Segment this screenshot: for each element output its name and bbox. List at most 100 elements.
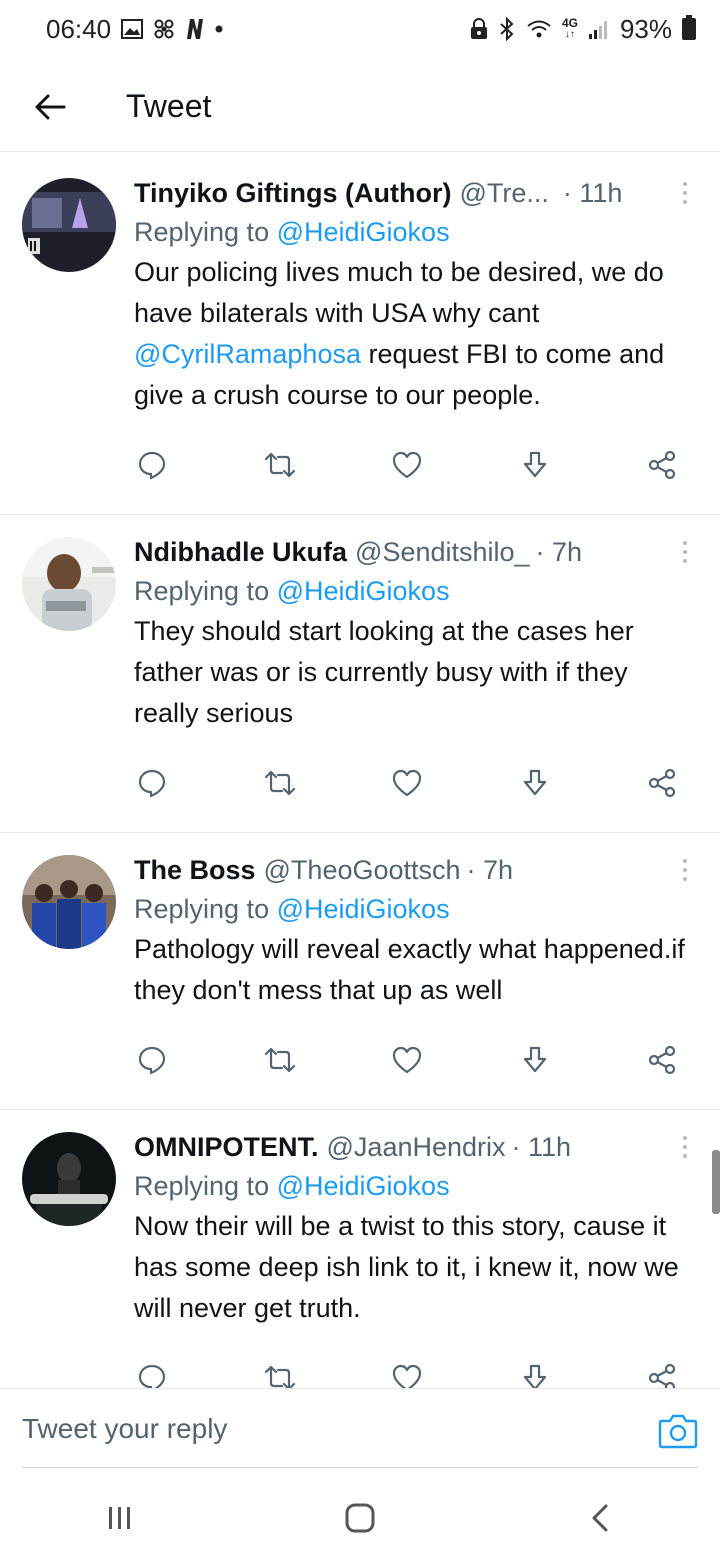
- avatar[interactable]: [22, 178, 116, 272]
- gallery-icon: [121, 19, 144, 39]
- status-bar: 06:40 4G ↓↑ 93%: [0, 0, 720, 58]
- tweet-mention[interactable]: @CyrilRamaphosa: [134, 339, 361, 369]
- retweet-icon: [264, 1047, 295, 1073]
- user-handle[interactable]: @TheoGoottsch: [264, 853, 461, 887]
- download-button[interactable]: [517, 447, 553, 483]
- heart-icon: [392, 451, 422, 479]
- heart-icon: [392, 769, 422, 797]
- recents-button[interactable]: [90, 1488, 150, 1548]
- tweet-actions: [134, 1329, 698, 1388]
- tweet-actions: [134, 416, 698, 514]
- share-icon: [648, 1363, 676, 1388]
- tweet-text: Now their will be a twist to this story,…: [134, 1211, 679, 1323]
- arrow-left-icon: [35, 94, 66, 119]
- display-name[interactable]: OMNIPOTENT.: [134, 1130, 319, 1164]
- top-app-bar: Tweet: [0, 62, 720, 152]
- more-options-button[interactable]: [678, 178, 692, 208]
- tweet-text: Pathology will reveal exactly what happe…: [134, 934, 685, 1005]
- share-icon: [648, 768, 676, 798]
- scrollbar-thumb[interactable]: [712, 1150, 720, 1214]
- home-button[interactable]: [330, 1488, 390, 1548]
- page-title: Tweet: [126, 88, 212, 124]
- netflix-n-icon: [185, 18, 205, 40]
- avatar[interactable]: [22, 855, 116, 949]
- replying-label: Replying to: [134, 1171, 270, 1201]
- back-button[interactable]: [20, 77, 80, 137]
- tweet-item[interactable]: Ndibhadle Ukufa @Senditshilo_ · 7h Reply…: [0, 515, 720, 833]
- system-navigation-bar: [0, 1476, 720, 1560]
- avatar[interactable]: [22, 537, 116, 631]
- share-button[interactable]: [644, 447, 680, 483]
- retweet-button[interactable]: [262, 1360, 298, 1388]
- share-button[interactable]: [644, 765, 680, 801]
- share-button[interactable]: [644, 1360, 680, 1388]
- more-options-button[interactable]: [678, 1132, 692, 1162]
- reply-input[interactable]: Tweet your reply: [22, 1413, 227, 1445]
- status-time: 06:40: [46, 13, 112, 44]
- like-button[interactable]: [389, 1360, 425, 1388]
- reply-underline: [22, 1467, 698, 1468]
- network-type: 4G ↓↑: [562, 17, 578, 41]
- reply-button[interactable]: [134, 1042, 170, 1078]
- camera-icon: [658, 1414, 698, 1449]
- share-button[interactable]: [644, 1042, 680, 1078]
- tweet-item[interactable]: OMNIPOTENT. @JaanHendrix · 11h Replying …: [0, 1110, 720, 1388]
- tweet-item[interactable]: The Boss @TheoGoottsch · 7h Replying to …: [0, 833, 720, 1110]
- reply-button[interactable]: [134, 447, 170, 483]
- user-handle[interactable]: @JaanHendrix: [327, 1130, 506, 1164]
- notification-dot-icon: [215, 25, 223, 33]
- more-options-button[interactable]: [678, 537, 692, 567]
- battery-percent: 93%: [619, 13, 672, 44]
- retweet-button[interactable]: [262, 1042, 298, 1078]
- replying-label: Replying to: [134, 576, 270, 606]
- comment-icon: [138, 769, 166, 798]
- download-icon: [523, 1046, 546, 1073]
- replying-to-line: Replying to @HeidiGiokos: [134, 212, 698, 252]
- user-handle[interactable]: @Senditshilo_: [355, 535, 530, 569]
- retweet-button[interactable]: [262, 765, 298, 801]
- display-name[interactable]: The Boss: [134, 853, 256, 887]
- more-options-button[interactable]: [678, 855, 692, 885]
- avatar[interactable]: [22, 1132, 116, 1226]
- retweet-icon: [264, 1365, 295, 1388]
- download-button[interactable]: [517, 1042, 553, 1078]
- signal-icon: [588, 18, 610, 40]
- replying-to-mention[interactable]: @HeidiGiokos: [277, 576, 450, 606]
- bluetooth-icon: [498, 17, 516, 41]
- display-name[interactable]: Ndibhadle Ukufa: [134, 535, 347, 569]
- tweet-text: Our policing lives much to be desired, w…: [134, 252, 698, 416]
- display-name[interactable]: Tinyiko Giftings (Author): [134, 176, 451, 210]
- system-back-button[interactable]: [570, 1488, 630, 1548]
- tweet-text-part: Our policing lives much to be desired, w…: [134, 257, 664, 328]
- replying-to-mention[interactable]: @HeidiGiokos: [277, 217, 450, 247]
- lock-icon: [470, 18, 488, 40]
- data-arrows-icon: ↓↑: [564, 29, 575, 40]
- camera-button[interactable]: [658, 1413, 698, 1453]
- replying-label: Replying to: [134, 894, 270, 924]
- reply-button[interactable]: [134, 1360, 170, 1388]
- user-handle[interactable]: @Tre...: [459, 176, 548, 210]
- tweet-text: They should start looking at the cases h…: [134, 616, 634, 728]
- retweet-button[interactable]: [262, 447, 298, 483]
- download-button[interactable]: [517, 765, 553, 801]
- download-icon: [523, 1364, 546, 1388]
- like-button[interactable]: [389, 447, 425, 483]
- reply-button[interactable]: [134, 765, 170, 801]
- replies-feed[interactable]: Tinyiko Giftings (Author) @Tre... · 11h …: [0, 156, 720, 1388]
- download-icon: [523, 451, 546, 478]
- share-icon: [648, 450, 676, 480]
- chevron-left-icon: [592, 1504, 608, 1532]
- replying-to-mention[interactable]: @HeidiGiokos: [277, 1171, 450, 1201]
- tweet-time: · 7h: [466, 855, 514, 885]
- share-icon: [648, 1045, 676, 1075]
- like-button[interactable]: [389, 1042, 425, 1078]
- tweet-actions: [134, 734, 698, 832]
- download-button[interactable]: [517, 1360, 553, 1388]
- like-button[interactable]: [389, 765, 425, 801]
- network-type-label: 4G: [561, 16, 578, 30]
- heart-icon: [392, 1364, 422, 1388]
- battery-icon: [682, 15, 696, 40]
- tweet-item[interactable]: Tinyiko Giftings (Author) @Tre... · 11h …: [0, 156, 720, 515]
- replying-to-mention[interactable]: @HeidiGiokos: [277, 894, 450, 924]
- comment-icon: [138, 451, 166, 480]
